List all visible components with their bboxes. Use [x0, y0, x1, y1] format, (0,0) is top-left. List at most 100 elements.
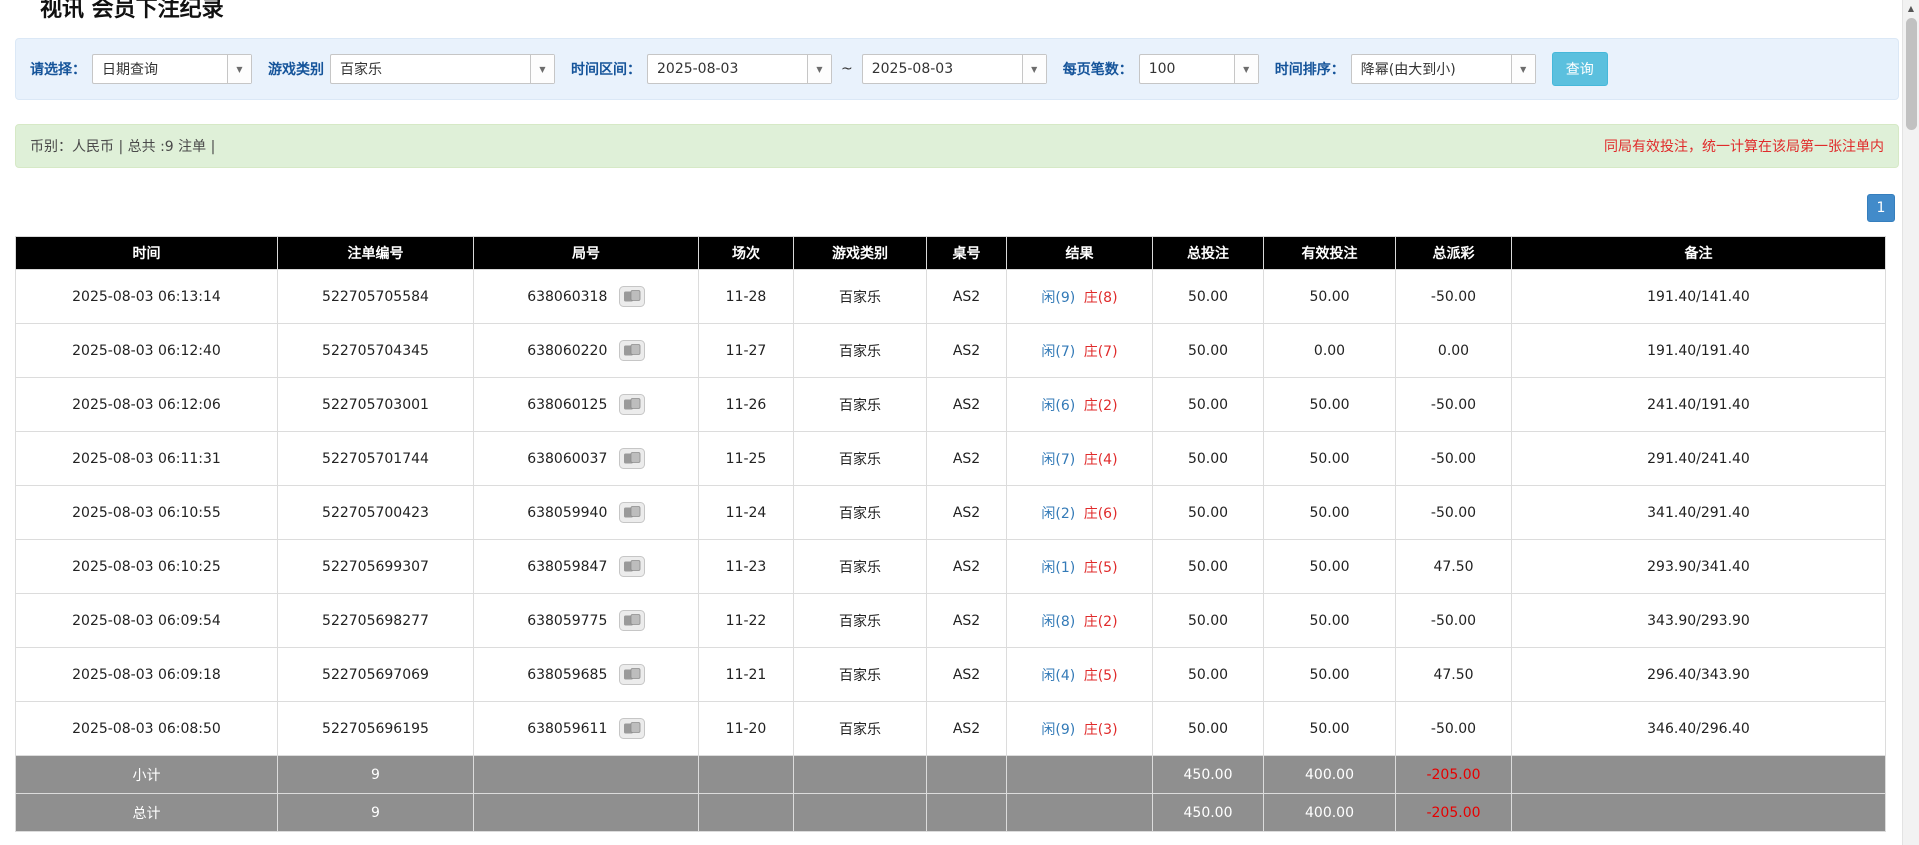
date-range-label: 时间区间： [571, 62, 641, 78]
cell-table-no: AS2 [926, 431, 1007, 486]
cell-game-type: 百家乐 [793, 431, 927, 486]
cell-bet-id: 522705701744 [277, 431, 474, 486]
round-number: 638059847 [527, 558, 608, 575]
cell-table-no: AS2 [926, 485, 1007, 540]
page-button-1[interactable]: 1 [1867, 194, 1895, 222]
result-banker: 庄(6) [1083, 505, 1118, 522]
replay-icon[interactable] [618, 664, 645, 685]
footer-empty-cell [926, 793, 1007, 832]
query-button[interactable]: 查询 [1551, 52, 1608, 86]
round-number: 638059685 [527, 666, 608, 683]
footer-empty-cell [1006, 755, 1153, 794]
cell-total-bet[interactable]: 50.00 [1152, 377, 1264, 432]
cell-table-no: AS2 [926, 701, 1007, 756]
cell-bet-id: 522705697069 [277, 647, 474, 702]
cell-game-type: 百家乐 [793, 485, 927, 540]
replay-icon[interactable] [618, 394, 645, 415]
cell-game-type: 百家乐 [793, 647, 927, 702]
chevron-down-icon[interactable]: ▼ [1510, 55, 1535, 83]
cell-payout: 47.50 [1395, 539, 1512, 594]
cell-round: 638059611 [473, 701, 699, 756]
cell-total-bet[interactable]: 50.00 [1152, 431, 1264, 486]
cell-total-bet[interactable]: 50.00 [1152, 647, 1264, 702]
cell-total-bet[interactable]: 50.00 [1152, 593, 1264, 648]
date-to-dropdown[interactable]: 2025-08-03 ▼ [861, 54, 1047, 84]
table-row: 2025-08-03 06:09:18 522705697069 6380596… [15, 647, 1886, 702]
cell-note: 191.40/191.40 [1511, 323, 1886, 378]
cell-total-bet[interactable]: 50.00 [1152, 701, 1264, 756]
page-title-clip: 视讯 会员下注纪录 [40, 0, 1919, 24]
chevron-down-icon[interactable]: ▼ [1021, 55, 1046, 83]
cell-result: 闲(2) 庄(6) [1006, 485, 1153, 540]
total-total-bet: 450.00 [1152, 793, 1264, 832]
cell-time: 2025-08-03 06:10:25 [15, 539, 278, 594]
select-type-label: 请选择： [30, 62, 86, 78]
page-size-value: 100 [1148, 61, 1176, 77]
replay-icon[interactable] [618, 718, 645, 739]
col-header-result: 结果 [1006, 236, 1153, 270]
chevron-down-icon[interactable]: ▼ [530, 55, 554, 83]
result-player: 闲(9) [1041, 289, 1076, 306]
replay-icon[interactable] [618, 340, 645, 361]
page-size-label: 每页笔数： [1062, 62, 1133, 78]
result-player: 闲(6) [1041, 397, 1076, 414]
chevron-down-icon[interactable]: ▼ [1233, 55, 1258, 83]
result-banker: 庄(2) [1083, 397, 1118, 414]
cell-payout: -50.00 [1395, 431, 1512, 486]
scrollbar-up-arrow-icon[interactable]: ▲ [1903, 0, 1919, 17]
cell-round: 638059847 [473, 539, 699, 594]
time-sort-dropdown[interactable]: 降幂(由大到小) ▼ [1350, 54, 1536, 84]
result-banker: 庄(3) [1083, 721, 1118, 738]
result-banker: 庄(7) [1083, 343, 1118, 360]
replay-icon[interactable] [618, 502, 645, 523]
footer-empty-cell [926, 755, 1007, 794]
cell-game-type: 百家乐 [793, 377, 927, 432]
cell-result: 闲(7) 庄(4) [1006, 431, 1153, 486]
cell-session: 11-20 [698, 701, 794, 756]
cell-note: 293.90/341.40 [1511, 539, 1886, 594]
cell-result: 闲(6) 庄(2) [1006, 377, 1153, 432]
cell-valid-bet: 50.00 [1263, 269, 1396, 324]
cell-payout: -50.00 [1395, 701, 1512, 756]
cell-result: 闲(9) 庄(8) [1006, 269, 1153, 324]
cell-total-bet[interactable]: 50.00 [1152, 539, 1264, 594]
footer-empty-cell [1511, 755, 1886, 794]
cell-valid-bet: 50.00 [1263, 701, 1396, 756]
cell-total-bet[interactable]: 50.00 [1152, 269, 1264, 324]
replay-icon[interactable] [618, 448, 645, 469]
chevron-down-icon[interactable]: ▼ [807, 55, 831, 83]
vertical-scrollbar[interactable]: ▲ [1902, 0, 1919, 845]
cell-valid-bet: 50.00 [1263, 485, 1396, 540]
cell-payout: -50.00 [1395, 269, 1512, 324]
replay-icon[interactable] [618, 556, 645, 577]
cell-valid-bet: 50.00 [1263, 647, 1396, 702]
col-header-round: 局号 [473, 236, 699, 270]
cell-total-bet[interactable]: 50.00 [1152, 323, 1264, 378]
replay-icon[interactable] [618, 610, 645, 631]
cell-time: 2025-08-03 06:12:06 [15, 377, 278, 432]
chevron-down-icon[interactable]: ▼ [227, 55, 251, 83]
scrollbar-thumb[interactable] [1906, 18, 1917, 130]
date-range-separator: ~ [841, 61, 853, 77]
result-player: 闲(8) [1041, 613, 1076, 630]
total-count: 9 [277, 793, 474, 832]
replay-icon[interactable] [618, 286, 645, 307]
same-round-notice: 同局有效投注，统一计算在该局第一张注单内 [1604, 139, 1884, 155]
cell-total-bet[interactable]: 50.00 [1152, 485, 1264, 540]
date-from-dropdown[interactable]: 2025-08-03 ▼ [647, 54, 832, 84]
page-size-dropdown[interactable]: 100 ▼ [1138, 54, 1259, 84]
result-banker: 庄(5) [1083, 559, 1118, 576]
cell-note: 291.40/241.40 [1511, 431, 1886, 486]
subtotal-label: 小计 [15, 755, 278, 794]
game-type-label: 游戏类别 [268, 62, 324, 78]
table-row: 2025-08-03 06:09:54 522705698277 6380597… [15, 593, 1886, 648]
query-type-dropdown[interactable]: 日期查询 ▼ [92, 54, 252, 84]
subtotal-valid-bet: 400.00 [1263, 755, 1396, 794]
result-player: 闲(2) [1041, 505, 1076, 522]
cell-game-type: 百家乐 [793, 539, 927, 594]
cell-bet-id: 522705703001 [277, 377, 474, 432]
game-type-dropdown[interactable]: 百家乐 ▼ [330, 54, 555, 84]
result-banker: 庄(5) [1083, 667, 1118, 684]
cell-payout: -50.00 [1395, 377, 1512, 432]
footer-empty-cell [1006, 793, 1153, 832]
